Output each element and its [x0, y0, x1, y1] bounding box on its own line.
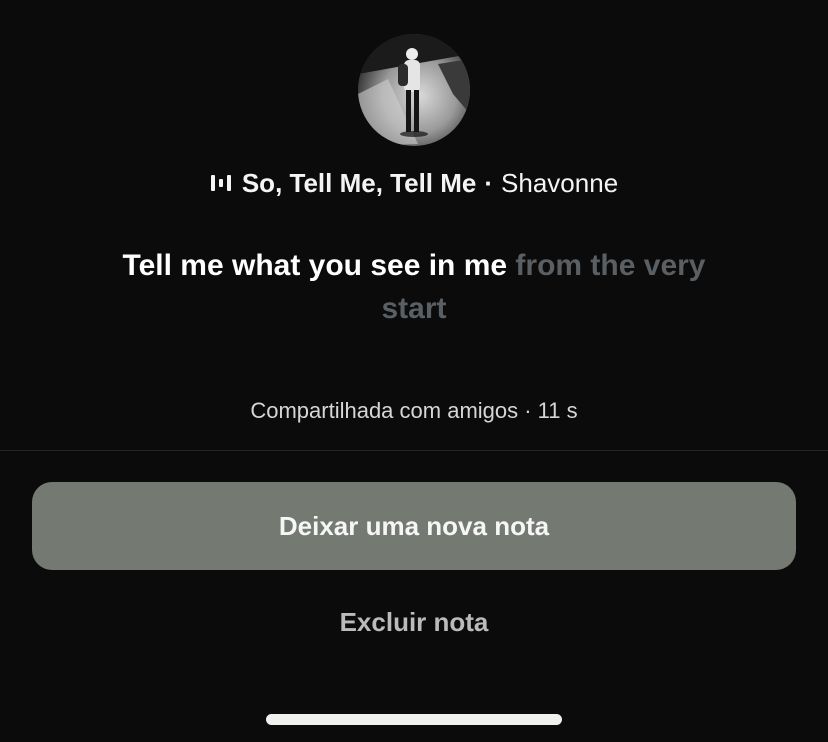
lyrics-text: Tell me what you see in me from the very… [90, 244, 738, 330]
delete-note-button[interactable]: Excluir nota [0, 600, 828, 644]
song-info[interactable]: So, Tell Me, Tell Me · Shavonne [0, 166, 828, 200]
new-note-button[interactable]: Deixar uma nova nota [32, 482, 796, 570]
avatar-photo [358, 34, 470, 146]
lyric-sung: Tell me what you see in me [122, 249, 508, 282]
song-artist: Shavonne [501, 167, 619, 198]
home-indicator[interactable] [266, 714, 562, 725]
music-bars-icon [210, 173, 232, 193]
song-title: So, Tell Me, Tell Me [241, 167, 477, 198]
profile-avatar[interactable] [358, 34, 470, 146]
divider [0, 450, 828, 451]
share-meta: Compartilhada com amigos · 11 s [250, 398, 578, 423]
song-separator: · [484, 167, 494, 198]
